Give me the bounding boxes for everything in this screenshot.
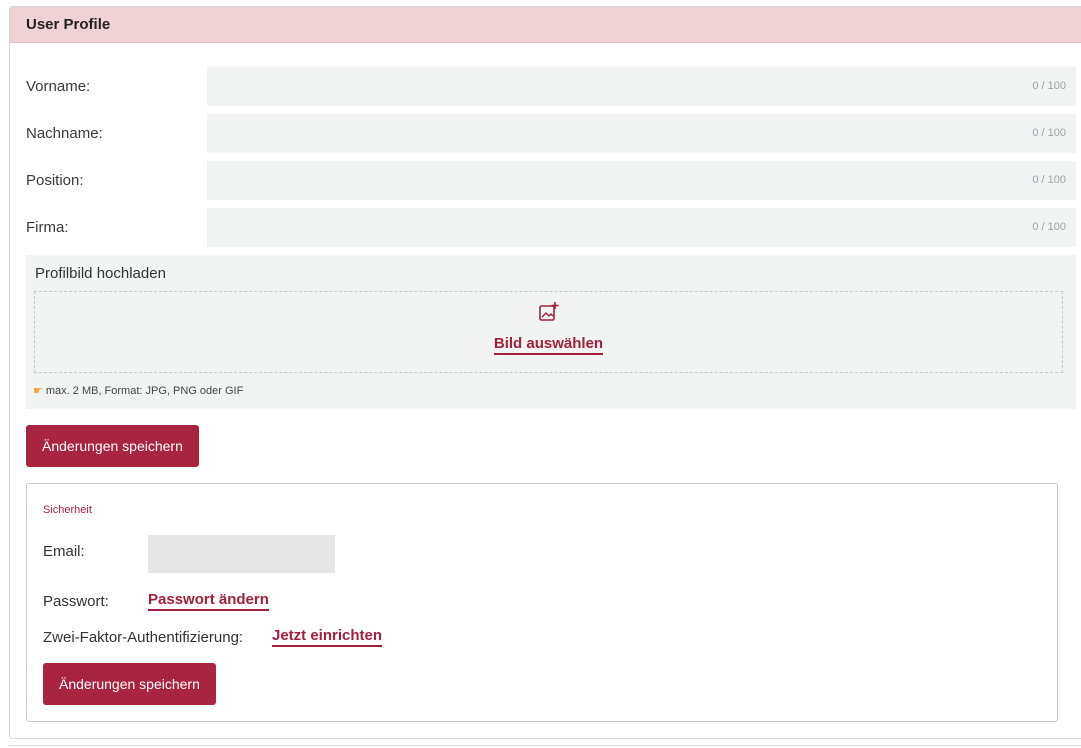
company-label: Firma: <box>26 219 69 236</box>
field-row-lastname: Nachname: 0 / 100 <box>10 114 1081 153</box>
change-password-link[interactable]: Passwort ändern <box>148 591 269 611</box>
position-input[interactable]: 0 / 100 <box>207 161 1076 200</box>
setup-twofa-link[interactable]: Jetzt einrichten <box>272 627 383 647</box>
profile-image-upload: Profilbild hochladen Bild auswählen ☛ ma… <box>26 255 1076 409</box>
panel-title: User Profile <box>26 16 111 33</box>
field-row-position: Position: 0 / 100 <box>10 161 1081 200</box>
lastname-counter: 0 / 100 <box>1032 127 1066 139</box>
firstname-counter: 0 / 100 <box>1032 80 1066 92</box>
field-row-firstname: Vorname: 0 / 100 <box>10 67 1081 106</box>
user-profile-panel: User Profile Vorname: 0 / 100 Nachname: … <box>9 6 1081 739</box>
position-label: Position: <box>26 172 84 189</box>
upload-hint: ☛ max. 2 MB, Format: JPG, PNG oder GIF <box>33 384 244 398</box>
save-profile-button[interactable]: Änderungen speichern <box>26 425 199 467</box>
add-image-icon <box>539 302 559 321</box>
company-counter: 0 / 100 <box>1032 221 1066 233</box>
password-label: Passwort: <box>43 593 109 610</box>
upload-hint-text: max. 2 MB, Format: JPG, PNG oder GIF <box>45 384 244 397</box>
company-input[interactable]: 0 / 100 <box>207 208 1076 247</box>
position-counter: 0 / 100 <box>1032 174 1066 186</box>
security-title: Sicherheit <box>43 504 92 516</box>
bottom-divider <box>9 745 1081 746</box>
lastname-input[interactable]: 0 / 100 <box>207 114 1076 153</box>
field-row-company: Firma: 0 / 100 <box>10 208 1081 247</box>
pointing-hand-icon: ☛ <box>33 385 43 397</box>
email-label: Email: <box>43 543 85 560</box>
security-section: Sicherheit Email: Passwort: Passwort änd… <box>26 483 1058 722</box>
save-security-button[interactable]: Änderungen speichern <box>43 663 216 705</box>
twofa-label: Zwei-Faktor-Authentifizierung: <box>43 629 244 646</box>
image-dropzone[interactable]: Bild auswählen <box>34 291 1063 373</box>
firstname-input[interactable]: 0 / 100 <box>207 67 1076 106</box>
upload-title: Profilbild hochladen <box>35 265 166 282</box>
email-field[interactable] <box>148 535 335 573</box>
firstname-label: Vorname: <box>26 78 91 95</box>
lastname-label: Nachname: <box>26 125 103 142</box>
panel-header: User Profile <box>10 7 1081 43</box>
select-image-link[interactable]: Bild auswählen <box>493 335 604 355</box>
